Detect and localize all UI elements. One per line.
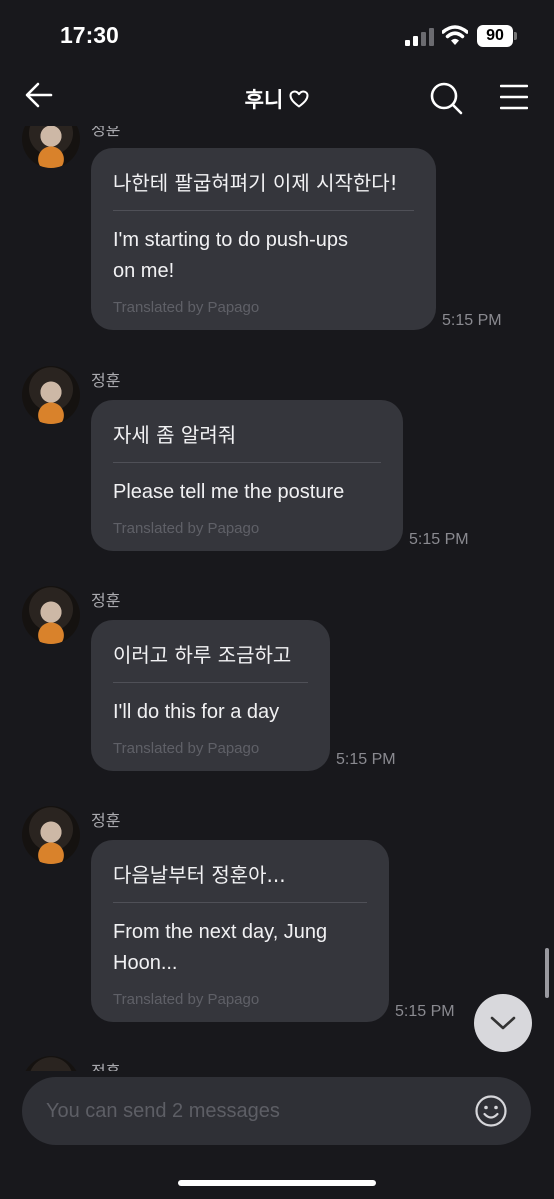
message-translation-line: on me!	[113, 260, 175, 282]
divider	[113, 682, 308, 683]
battery-nub	[514, 32, 517, 40]
sender-name: 정훈	[91, 811, 121, 830]
status-bar: 17:30 90	[0, 0, 554, 70]
message-korean: 자세 좀 알려줘	[113, 423, 237, 447]
message-korean: 다음날부터 정훈아...	[113, 863, 286, 887]
message-input[interactable]	[46, 1093, 446, 1129]
message-time: 5:15 PM	[395, 1003, 455, 1020]
divider	[113, 210, 414, 211]
divider	[113, 902, 367, 903]
translated-by: Translated by Papago	[113, 520, 260, 537]
translated-by: Translated by Papago	[113, 991, 260, 1008]
avatar[interactable]	[22, 126, 80, 168]
message-bubble[interactable]: 자세 좀 알려줘 Please tell me the posture Tran…	[91, 400, 403, 551]
smiley-icon[interactable]	[474, 1094, 508, 1128]
scroll-to-bottom-button[interactable]	[474, 994, 532, 1052]
message-bubble[interactable]: 다음날부터 정훈아... From the next day, Jung Hoo…	[91, 840, 389, 1022]
message-bubble[interactable]: 이러고 하루 조금하고 I'll do this for a day Trans…	[91, 620, 330, 771]
battery-icon: 90	[477, 25, 513, 47]
sender-name: 정훈	[91, 126, 121, 139]
signal-icon	[405, 28, 435, 46]
scrollbar[interactable]	[545, 948, 549, 998]
status-time: 17:30	[60, 22, 119, 48]
chat-header: 후니	[0, 70, 554, 126]
divider	[113, 462, 381, 463]
avatar[interactable]	[22, 806, 80, 864]
search-icon[interactable]	[428, 80, 464, 116]
translated-by: Translated by Papago	[113, 299, 260, 316]
avatar[interactable]	[22, 1056, 80, 1071]
message-time: 5:15 PM	[409, 531, 469, 548]
message-list[interactable]: 정훈 나한테 팔굽혀펴기 이제 시작한다! I'm starting to do…	[0, 126, 554, 1071]
sender-name: 정훈	[91, 371, 121, 390]
chat-title: 후니	[0, 84, 554, 114]
avatar[interactable]	[22, 586, 80, 644]
message-bubble[interactable]: 나한테 팔굽혀펴기 이제 시작한다! I'm starting to do pu…	[91, 148, 436, 330]
wifi-icon	[442, 25, 468, 45]
message-translation-line: Please tell me the posture	[113, 481, 345, 503]
message-translation-line: I'm starting to do push-ups	[113, 229, 349, 251]
message-translation-line: From the next day, Jung	[113, 921, 328, 943]
translated-by: Translated by Papago	[113, 740, 260, 757]
avatar[interactable]	[22, 366, 80, 424]
chevron-down-icon	[490, 1016, 516, 1030]
chat-title-text: 후니	[244, 88, 284, 112]
message-translation-line: Hoon...	[113, 952, 178, 974]
message-korean: 나한테 팔굽혀펴기 이제 시작한다!	[113, 171, 398, 195]
message-korean: 이러고 하루 조금하고	[113, 643, 292, 667]
heart-outline-icon	[289, 90, 309, 108]
sender-name: 정훈	[91, 1058, 120, 1071]
message-time: 5:15 PM	[336, 751, 396, 768]
menu-icon[interactable]	[500, 84, 528, 110]
message-time: 5:15 PM	[442, 312, 502, 329]
sender-name: 정훈	[91, 591, 121, 610]
message-translation-line: I'll do this for a day	[113, 701, 280, 723]
message-composer	[22, 1077, 531, 1145]
home-indicator[interactable]	[178, 1180, 376, 1186]
